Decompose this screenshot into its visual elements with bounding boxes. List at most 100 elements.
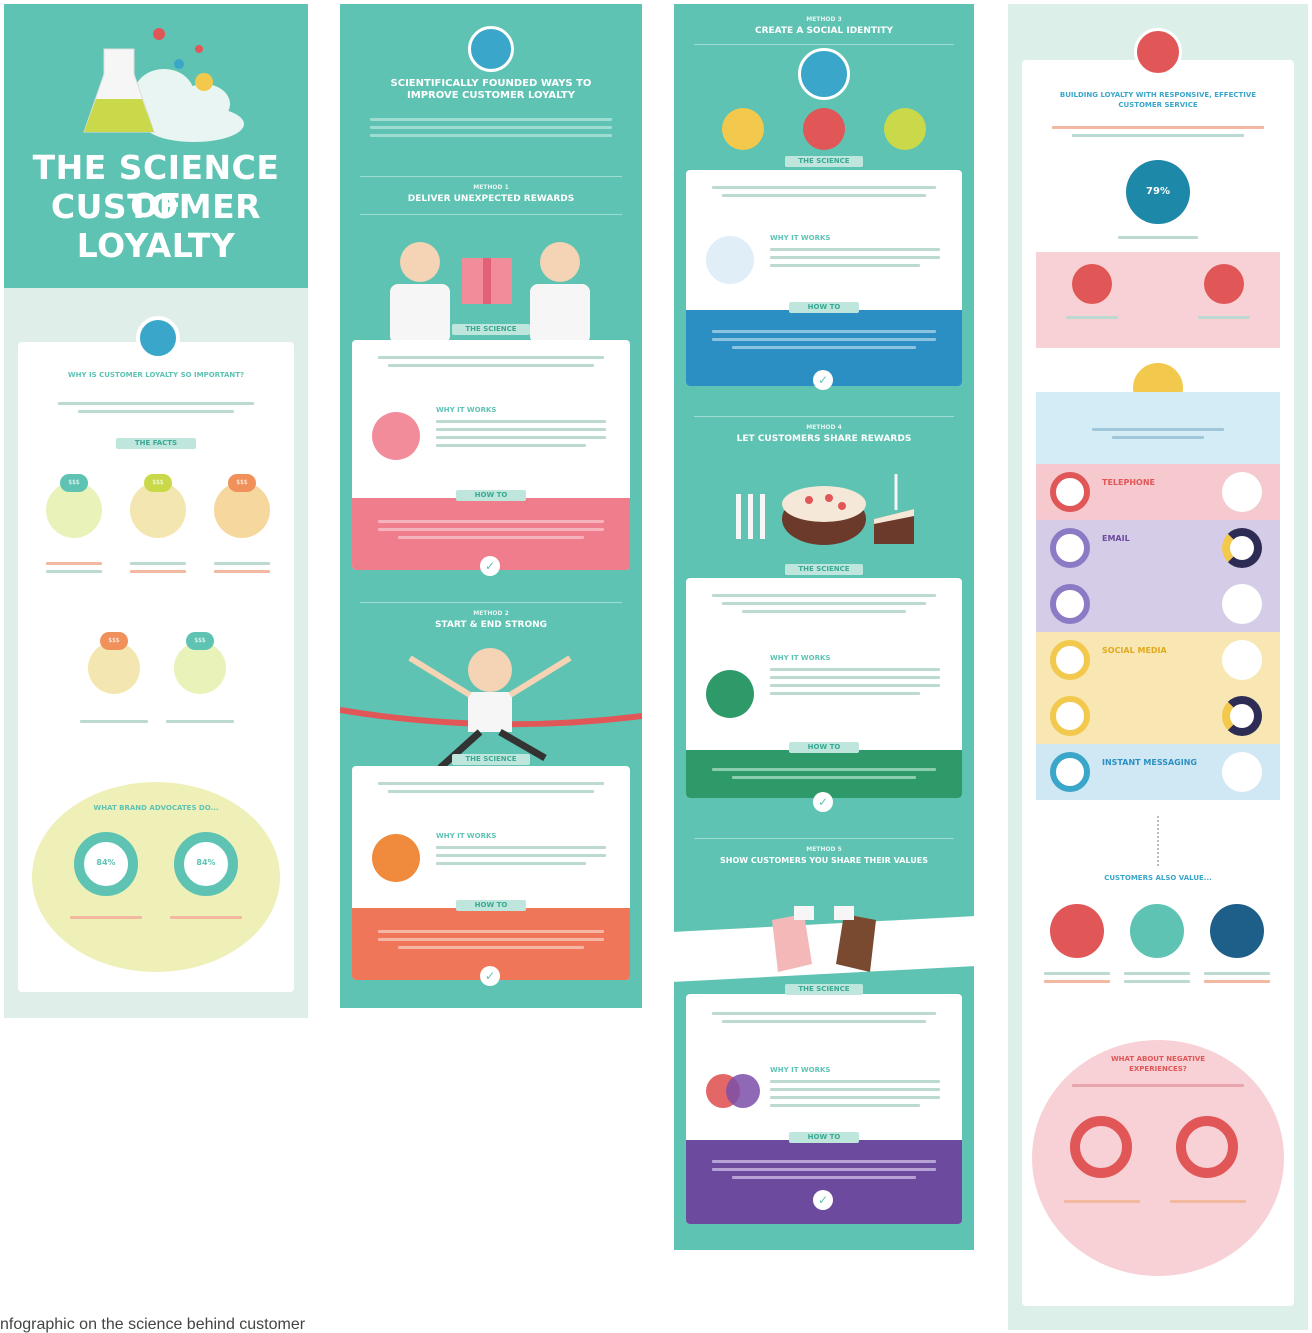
infographic-panel-methods-1-2: Scientifically Founded Ways to Improve C… xyxy=(340,4,642,1008)
body-text-line xyxy=(712,330,936,333)
body-text-line xyxy=(770,1096,940,1099)
body-text-line xyxy=(46,570,102,573)
stat-value: 84% xyxy=(96,858,116,867)
method-label: Method 3 xyxy=(806,16,842,23)
method-label: Method 1 xyxy=(473,184,509,191)
channel-row-instant-messaging: Instant Messaging xyxy=(1036,744,1280,800)
runner-finish-line-illustration xyxy=(340,648,642,770)
body-text-line xyxy=(1118,236,1198,239)
check-icon: ✓ xyxy=(480,556,500,576)
service-heading: Building Loyalty with Responsive, Effect… xyxy=(1059,91,1257,109)
body-text-line xyxy=(436,420,606,423)
stat-badge: $$$ xyxy=(100,632,128,650)
body-text-line xyxy=(378,938,604,941)
chat-bubble-icon xyxy=(1072,264,1112,304)
stat-badge: $$$ xyxy=(144,474,172,492)
body-text-line xyxy=(722,602,926,605)
body-text-line xyxy=(1044,972,1110,975)
section-header: Scientifically Founded Ways to Improve C… xyxy=(390,78,592,101)
science-ribbon: The Science xyxy=(452,324,530,335)
clock-icon xyxy=(1222,528,1262,568)
info-icon xyxy=(1050,904,1104,958)
stopwatch-icon xyxy=(1204,264,1244,304)
clock-icon xyxy=(1222,584,1262,624)
body-text-line xyxy=(770,676,940,679)
body-text-line xyxy=(130,570,186,573)
method-title: Create a Social Identity xyxy=(754,26,894,36)
body-text-line xyxy=(170,916,242,919)
clock-icon xyxy=(1222,640,1262,680)
method-title: Start & End Strong xyxy=(434,620,548,630)
person-avatar-icon xyxy=(803,108,845,150)
why-label: Why it Works xyxy=(770,234,831,242)
advocates-heading: What brand advocates do... xyxy=(93,804,219,812)
checklist-icon xyxy=(1130,904,1184,958)
method3-card: Why it Works How To xyxy=(686,170,962,386)
toasting-drinks-illustration xyxy=(772,906,876,972)
body-text-line xyxy=(712,768,936,771)
divider xyxy=(694,44,954,45)
body-text-line xyxy=(214,562,270,565)
why-label: Why it Works xyxy=(436,832,497,840)
infographic-panel-methods-3-5: Method 3 Create a Social Identity Why it… xyxy=(674,4,974,1250)
body-text-line xyxy=(378,782,604,785)
body-text-line xyxy=(712,186,936,189)
body-text-line xyxy=(770,1088,940,1091)
question-band xyxy=(1036,392,1280,464)
body-text-line xyxy=(712,1168,936,1171)
pennants-icon xyxy=(1134,28,1182,76)
body-text-line xyxy=(770,1080,940,1083)
channel-row-social-media-2 xyxy=(1036,688,1280,744)
check-icon: ✓ xyxy=(813,792,833,812)
method-label: Method 2 xyxy=(473,610,509,617)
body-text-line xyxy=(58,402,254,405)
body-text-line xyxy=(770,248,940,251)
stat-badge: $$$ xyxy=(186,632,214,650)
howto-ribbon: How To xyxy=(456,900,526,911)
body-text-line xyxy=(436,436,606,439)
science-ribbon: The Science xyxy=(785,156,863,167)
thumbs-up-icon xyxy=(136,316,180,360)
channel-label: Email xyxy=(1102,534,1130,543)
method1-card: Why it Works How To xyxy=(352,340,630,570)
check-icon: ✓ xyxy=(813,1190,833,1210)
person-avatar-icon xyxy=(1210,904,1264,958)
body-text-line xyxy=(80,720,148,723)
body-text-line xyxy=(1124,972,1190,975)
channel-label: Instant Messaging xyxy=(1102,758,1197,767)
body-text-line xyxy=(78,410,234,413)
body-text-line xyxy=(130,562,186,565)
body-text-line xyxy=(1204,980,1270,983)
method-title: Deliver Unexpected Rewards xyxy=(407,194,575,204)
share-icon xyxy=(1050,640,1090,680)
body-text-line xyxy=(1198,316,1250,319)
body-text-line xyxy=(732,1176,916,1179)
body-text-line xyxy=(712,594,936,597)
flask-icon xyxy=(798,48,850,100)
body-text-line xyxy=(770,668,940,671)
channel-row-telephone: Telephone xyxy=(1036,464,1280,520)
check-icon: ✓ xyxy=(480,966,500,986)
brain-icon xyxy=(372,412,420,460)
stat-badge: $$$ xyxy=(60,474,88,492)
infographic-panel-intro: THE SCIENCE OF CUSTOMER LOYALTY Why is C… xyxy=(4,4,308,1018)
body-text-line xyxy=(70,916,142,919)
body-text-line xyxy=(436,862,586,865)
body-text-line xyxy=(770,1104,920,1107)
donut-chart xyxy=(1070,1116,1132,1178)
body-text-line xyxy=(732,346,916,349)
body-text-line xyxy=(378,930,604,933)
body-text-line xyxy=(214,570,270,573)
body-text-line xyxy=(1170,1200,1246,1203)
body-text-line xyxy=(388,790,594,793)
method-title: Let Customers Share Rewards xyxy=(736,434,912,444)
method-label: Method 5 xyxy=(806,846,842,853)
body-text-line xyxy=(742,610,906,613)
stat-badge: $$$ xyxy=(228,474,256,492)
body-text-line xyxy=(1092,428,1224,431)
share-icon xyxy=(1050,696,1090,736)
body-text-line xyxy=(46,562,102,565)
body-text-line xyxy=(436,854,606,857)
method4-card: Why it Works How To xyxy=(686,578,962,798)
howto-ribbon: How To xyxy=(789,302,859,313)
